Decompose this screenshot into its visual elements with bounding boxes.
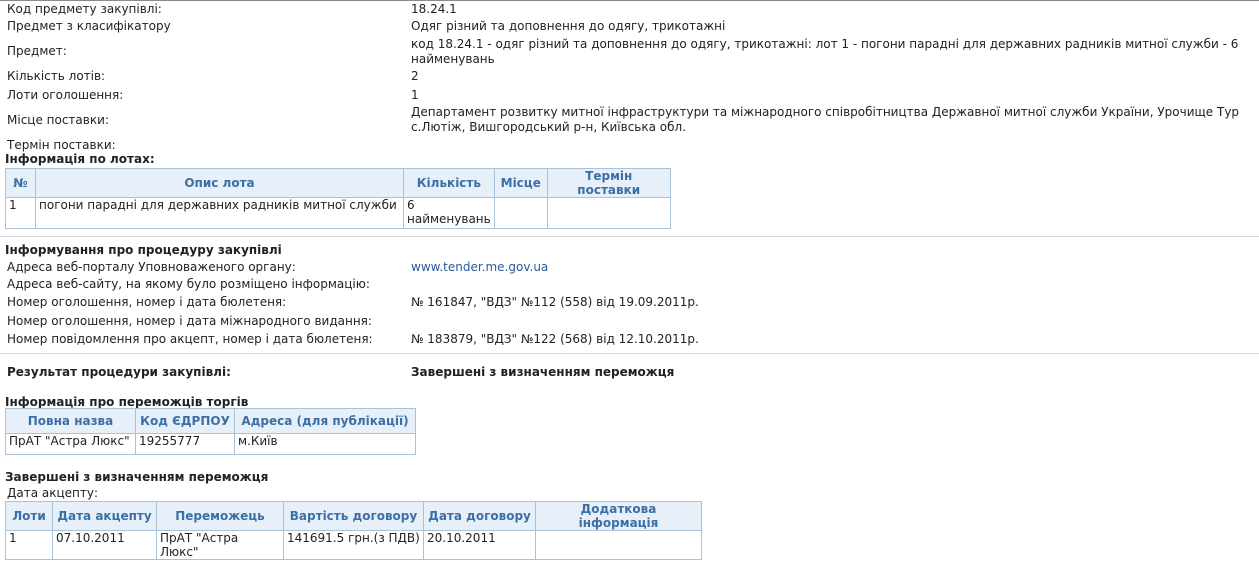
label-portal: Адреса веб-порталу Уповноваженого органу… <box>7 260 296 274</box>
divider <box>0 353 1259 354</box>
completed-col-winner: Переможець <box>156 501 284 531</box>
label-item-code: Код предмету закупівлі: <box>7 2 162 16</box>
label-announcement-lots: Лоти оголошення: <box>7 88 124 102</box>
portal-link[interactable]: www.tender.me.gov.ua <box>411 260 548 274</box>
value-delivery-place-line2: с.Лютіж, Вишгородський р-н, Київська обл… <box>411 120 687 134</box>
completed-winner: ПрАТ "Астра Люкс" <box>156 530 284 560</box>
label-accept-date: Дата акцепту: <box>7 486 99 500</box>
completed-heading: Завершені з визначенням переможця <box>5 470 269 484</box>
label-international: Номер оголошення, номер і дата міжнародн… <box>7 314 372 328</box>
result-label: Результат процедури закупівлі: <box>7 365 231 379</box>
winners-col-name: Повна назва <box>5 408 136 434</box>
top-border <box>0 0 1259 1</box>
label-classifier: Предмет з класифікатору <box>7 19 171 33</box>
lots-col-place: Місце <box>493 168 548 198</box>
completed-contract-date: 20.10.2011 <box>423 530 536 560</box>
label-subject: Предмет: <box>7 44 67 58</box>
winners-heading: Інформація про переможців торгів <box>5 395 249 409</box>
winners-col-address: Адреса (для публікації) <box>234 408 416 434</box>
lot-place <box>493 197 548 229</box>
value-lot-count: 2 <box>411 69 419 83</box>
completed-col-lots: Лоти <box>5 501 53 531</box>
completed-col-accept-date: Дата акцепту <box>52 501 157 531</box>
label-delivery-term: Термін поставки: <box>7 138 116 152</box>
value-subject-line2: найменувань <box>411 52 495 66</box>
value-announcement-lots: 1 <box>411 88 419 102</box>
completed-additional <box>535 530 702 560</box>
table-row: 1 07.10.2011 ПрАТ "Астра Люкс" 141691.5 … <box>5 530 702 560</box>
value-item-code: 18.24.1 <box>411 2 457 16</box>
value-classifier: Одяг різний та доповнення до одягу, трик… <box>411 19 726 33</box>
completed-table: Лоти Дата акцепту Переможець Вартість до… <box>5 501 702 560</box>
label-delivery-place: Місце поставки: <box>7 113 109 127</box>
lot-qty-line1: 6 <box>407 198 415 212</box>
winners-table: Повна назва Код ЄДРПОУ Адреса (для публі… <box>5 408 416 455</box>
label-announcement-number: Номер оголошення, номер і дата бюлетеня: <box>7 295 287 309</box>
completed-accept-date: 07.10.2011 <box>52 530 157 560</box>
lot-qty-line2: найменувань <box>407 212 491 226</box>
value-subject-line1: код 18.24.1 - одяг різний та доповнення … <box>411 37 1239 51</box>
winner-code: 19255777 <box>135 433 235 455</box>
lot-num: 1 <box>5 197 36 229</box>
label-website: Адреса веб-сайту, на якому було розміщен… <box>7 277 370 291</box>
winners-col-code: Код ЄДРПОУ <box>135 408 235 434</box>
lots-heading: Інформація по лотах: <box>5 152 155 166</box>
lots-col-desc: Опис лота <box>35 168 404 198</box>
label-acceptance-notice: Номер повідомлення про акцепт, номер і д… <box>7 332 373 346</box>
lot-qty: 6 найменувань <box>403 197 495 229</box>
value-acceptance-notice: № 183879, "ВДЗ" №122 (568) від 12.10.201… <box>411 332 699 346</box>
lot-term <box>546 197 671 229</box>
table-row: 1 погони парадні для державних радників … <box>5 197 671 229</box>
lots-col-num: № <box>5 168 36 198</box>
label-lot-count: Кількість лотів: <box>7 69 106 83</box>
lot-desc: погони парадні для державних радників ми… <box>35 197 404 229</box>
completed-contract-value: 141691.5 грн.(з ПДВ) <box>283 530 424 560</box>
divider <box>0 236 1259 237</box>
value-delivery-place-line1: Департамент розвитку митної інфраструкту… <box>411 105 1240 119</box>
winner-name: ПрАТ "Астра Люкс" <box>5 433 136 455</box>
completed-col-additional: Додаткова інформація <box>535 501 702 531</box>
value-announcement-number: № 161847, "ВДЗ" №112 (558) від 19.09.201… <box>411 295 699 309</box>
lots-col-qty: Кількість <box>403 168 495 198</box>
lots-col-term: Термін поставки <box>546 168 671 198</box>
completed-col-contract-date: Дата договору <box>423 501 536 531</box>
procedure-heading: Інформування про процедуру закупівлі <box>5 243 282 257</box>
completed-lot: 1 <box>5 530 53 560</box>
table-row: ПрАТ "Астра Люкс" 19255777 м.Київ <box>5 433 416 455</box>
completed-col-contract-value: Вартість договору <box>283 501 424 531</box>
winner-address: м.Київ <box>234 433 416 455</box>
lots-table: № Опис лота Кількість Місце Термін поста… <box>5 168 671 229</box>
result-value: Завершені з визначенням переможця <box>411 365 675 379</box>
